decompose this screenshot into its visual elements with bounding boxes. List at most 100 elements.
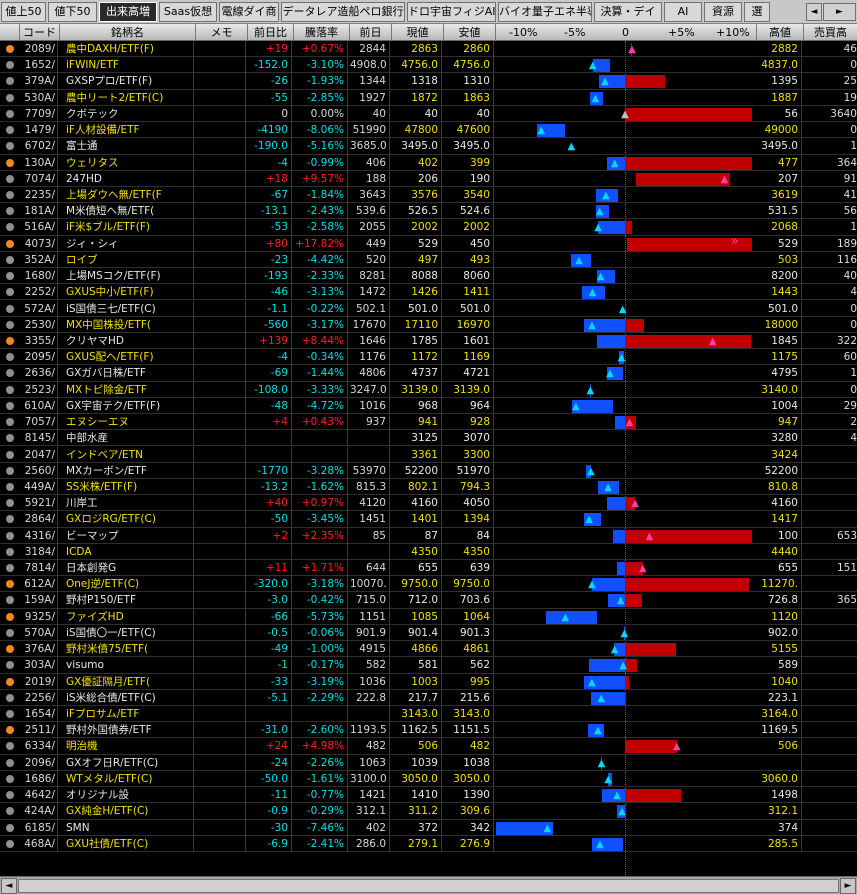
- cell-pct: +0.67%: [294, 41, 348, 57]
- table-row[interactable]: 2096/GXオフ日R/ETF(C) -24 -2.26% 1063 1039 1038 ▲: [0, 754, 857, 771]
- cell-name: ファイズHD: [60, 608, 194, 625]
- cell-name: GX純金H/ETF(C): [60, 803, 194, 820]
- table-row[interactable]: 424A/GX純金H/ETF(C) -0.9 -0.29% 312.1 311.2 309…: [0, 803, 857, 820]
- tab-next-button[interactable]: ►: [823, 3, 856, 21]
- header-percent[interactable]: 騰落率: [294, 24, 350, 41]
- header-high[interactable]: 高値: [757, 24, 804, 41]
- range-bar-cell: ▲: [496, 73, 756, 89]
- cell-memo: [196, 170, 246, 187]
- status-dot-icon: [6, 499, 14, 508]
- table-row[interactable]: 530A/農中リート2/ETF(C) -55 -2.85% 1927 1872 1863 1…: [0, 89, 857, 106]
- cell-cur: 3143.0: [392, 706, 442, 723]
- tab-0[interactable]: 値上50: [1, 2, 46, 22]
- table-row[interactable]: 7709/クボテック 0 0.00% 40 40 40 56 3640 ▲: [0, 105, 857, 123]
- tab-1[interactable]: 値下50: [48, 2, 97, 22]
- cell-code: 7814/: [20, 560, 58, 577]
- table-row[interactable]: 6702/富士通 -190.0 -5.16% 3685.0 3495.0 3495.0 34…: [0, 138, 857, 155]
- table-row[interactable]: 7074/247HD +18 +9.57% 188 206 190 207 91 ▲: [0, 170, 857, 187]
- status-dot-icon: [6, 158, 14, 167]
- header-current[interactable]: 現値: [392, 24, 444, 41]
- scroll-left-button[interactable]: ◄: [1, 878, 17, 894]
- table-row[interactable]: 2095/GXUS配ヘ/ETF(F) -4 -0.34% 1176 1172 1169 11…: [0, 349, 857, 366]
- table-row[interactable]: 516A/iF米$ブル/ETF(F) -53 -2.58% 2055 2002 2002 2…: [0, 219, 857, 236]
- table-row[interactable]: 8145/中部水産 3125 3070 3280 4: [0, 430, 857, 447]
- table-row[interactable]: 2235/上場ダウヘ無/ETF(F -67 -1.84% 3643 3576 3540 36…: [0, 186, 857, 204]
- table-row[interactable]: 2047/インドベア/ETN 3361 3300 3424: [0, 446, 857, 463]
- table-row[interactable]: 2511/野村外国債券/ETF -31.0 -2.60% 1193.5 1162.5 11…: [0, 722, 857, 739]
- cell-low: 9750.0: [444, 576, 494, 593]
- header-low[interactable]: 安値: [444, 24, 496, 41]
- cell-cur: 526.5: [392, 203, 442, 220]
- tab-5[interactable]: データレア造船ペロ銀行: [281, 2, 405, 22]
- table-row[interactable]: 572A/iS国債三七/ETF(C) -1.1 -0.22% 502.1 501.0 50…: [0, 300, 857, 317]
- table-row[interactable]: 1680/上場MSコク/ETF(F) -193 -2.33% 8281 8088 8060…: [0, 268, 857, 285]
- table-row[interactable]: 7814/日本創発G +11 +1.71% 644 655 639 655 151 ▲: [0, 560, 857, 577]
- cell-pct: +1.71%: [294, 560, 348, 577]
- tab-10[interactable]: 資源: [704, 2, 742, 22]
- table-row[interactable]: 303A/visumo -1 -0.17% 582 581 562 589 ▲: [0, 657, 857, 674]
- table-row[interactable]: 2523/MXトピ除金/ETF -108.0 -3.33% 3247.0 3139.0 3…: [0, 381, 857, 398]
- table-row[interactable]: 352A/ロイブ -23 -4.42% 520 497 493 503 116 ▲: [0, 251, 857, 269]
- horizontal-scrollbar[interactable]: ◄ ►: [0, 876, 857, 894]
- tab-4[interactable]: 電線ダイ商: [219, 2, 279, 22]
- scroll-thumb[interactable]: [18, 879, 839, 893]
- table-row[interactable]: 2256/iS米総合債/ETF(C) -5.1 -2.29% 222.8 217.7 21…: [0, 689, 857, 706]
- header-volume[interactable]: 売買高: [804, 24, 857, 41]
- overflow-marker-icon: »: [730, 235, 739, 249]
- header-change[interactable]: 前日比: [248, 24, 294, 41]
- table-row[interactable]: 7057/エヌシーエヌ +4 +0.43% 937 941 928 947 2 ▲: [0, 414, 857, 431]
- table-row[interactable]: 379A/GXSPプロ/ETF(F) -26 -1.93% 1344 1318 1310 1…: [0, 73, 857, 90]
- table-row[interactable]: 5921/川岸工 +40 +0.97% 4120 4160 4050 4160 ▲: [0, 495, 857, 512]
- table-row[interactable]: 570A/iS国債〇一/ETF(C) -0.5 -0.06% 901.9 901.4 90…: [0, 624, 857, 642]
- header-code[interactable]: コード: [20, 24, 60, 41]
- cell-chg: +2: [248, 527, 292, 544]
- tab-8[interactable]: 決算・デイ: [594, 2, 662, 22]
- table-row[interactable]: 468A/GXU社債/ETF(C) -6.9 -2.41% 286.0 279.1 276…: [0, 835, 857, 852]
- cell-vol: [804, 722, 857, 738]
- cell-code: 6334/: [20, 738, 58, 755]
- table-row[interactable]: 449A/SS米株/ETF(F) -13.2 -1.62% 815.3 802.1 794…: [0, 478, 857, 496]
- table-row[interactable]: 4316/ビーマップ +2 +2.35% 85 87 84 100 653 ▲: [0, 527, 857, 544]
- table-row[interactable]: 2530/MX中国株投/ETF(-560 -3.17% 17670 17110 1697…: [0, 316, 857, 333]
- tab-2[interactable]: 出来高増: [99, 2, 157, 22]
- table-row[interactable]: 2864/GXロジRG/ETF(C) -50 -3.45% 1451 1401 1394 1…: [0, 511, 857, 528]
- table-row[interactable]: 4073/ジィ・シィ +80 +17.82% 449 529 450 529 189»: [0, 235, 857, 252]
- tab-11[interactable]: 選: [744, 2, 770, 22]
- cell-vol: [804, 738, 857, 754]
- table-row[interactable]: 1686/WTメタル/ETF(C) -50.0 -1.61% 3100.0 3050.0…: [0, 770, 857, 788]
- table-row[interactable]: 1654/iFプロサム/ETF 3143.0 3143.0 3164.0: [0, 706, 857, 723]
- cell-cur: 497: [392, 251, 442, 268]
- table-row[interactable]: 2089/農中DAXH/ETF(F) +19 +0.67% 2844 2863 2860 2…: [0, 41, 857, 58]
- tab-prev-button[interactable]: ◄: [806, 3, 822, 21]
- table-row[interactable]: 376A/野村米債75/ETF(-49 -1.00% 4915 4866 4861 515…: [0, 641, 857, 658]
- table-row[interactable]: 3184/ICDA 4350 4350 4440: [0, 543, 857, 560]
- table-row[interactable]: 2019/GX優証隔月/ETF(-33 -3.19% 1036 1003 995 1040…: [0, 673, 857, 690]
- header-prev-close[interactable]: 前日: [350, 24, 392, 41]
- cell-pct: -2.60%: [294, 722, 348, 739]
- cell-code: 6702/: [20, 138, 58, 155]
- table-row[interactable]: 159A/野村P150/ETF -3.0 -0.42% 715.0 712.0 703.6…: [0, 592, 857, 609]
- table-row[interactable]: 4642/オリジナル設 -11 -0.77% 1421 1410 1390 1498 ▲: [0, 787, 857, 804]
- table-row[interactable]: 1479/iF人材設備/ETF -4190 -8.06% 51990 47800 4760…: [0, 122, 857, 139]
- header-name[interactable]: 銘柄名: [60, 24, 196, 41]
- cell-low: 703.6: [444, 592, 494, 609]
- table-row[interactable]: 612A/OneJ逆/ETF(C) -320.0 -3.18% 10070. 9750.…: [0, 576, 857, 593]
- table-row[interactable]: 3355/クリヤマHD +139 +8.44% 1646 1785 1601 1845 322…: [0, 332, 857, 350]
- table-row[interactable]: 2636/GXガバ日株/ETF -69 -1.44% 4806 4737 4721 4795…: [0, 365, 857, 382]
- tab-9[interactable]: AI: [664, 2, 702, 22]
- table-row[interactable]: 610A/GX宇宙テク/ETF(F) -48 -4.72% 1016 968 964 100…: [0, 397, 857, 415]
- table-row[interactable]: 2560/MXカーボン/ETF -1770 -3.28% 53970 52200 5197…: [0, 462, 857, 479]
- table-row[interactable]: 2252/GXUS中小/ETF(F) -46 -3.13% 1472 1426 1411 1…: [0, 284, 857, 301]
- table-row[interactable]: 6185/SMN -30 -7.46% 402 372 342 374 ▲: [0, 819, 857, 836]
- table-row[interactable]: 9325/ファイズHD -66 -5.73% 1151 1085 1064 1120 ▲: [0, 608, 857, 625]
- header-memo[interactable]: メモ: [196, 24, 248, 41]
- tab-7[interactable]: バイオ量子エネ半導: [498, 2, 592, 22]
- tab-3[interactable]: Saas仮想: [159, 2, 217, 22]
- table-row[interactable]: 181A/M米債短ヘ無/ETF(-13.1 -2.43% 539.6 526.5 524…: [0, 203, 857, 220]
- tab-6[interactable]: ドロ宇宙フィジAI: [407, 2, 496, 22]
- price-marker-icon: ▲: [587, 465, 595, 477]
- table-row[interactable]: 130A/ウェリタス -4 -0.99% 406 402 399 477 364 ▲: [0, 154, 857, 171]
- scroll-right-button[interactable]: ►: [840, 878, 856, 894]
- table-row[interactable]: 1652/iFWIN/ETF -152.0 -3.10% 4908.0 4756.0 47…: [0, 57, 857, 74]
- table-row[interactable]: 6334/明治機 +24 +4.98% 482 506 482 506 ▲: [0, 738, 857, 755]
